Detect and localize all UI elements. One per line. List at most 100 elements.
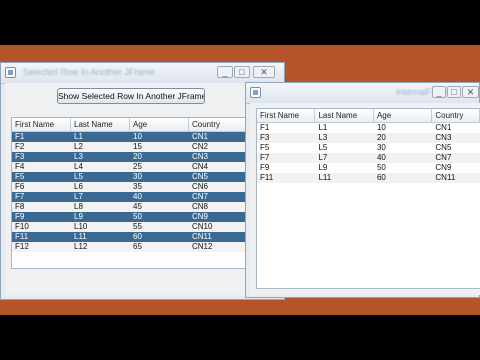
column-header[interactable]: First Name xyxy=(257,109,316,122)
table-row[interactable]: F3 L3 20 CN3 xyxy=(12,152,250,162)
table-row[interactable]: F5 L5 30 CN5 xyxy=(12,172,250,182)
minimize-icon[interactable]: _ xyxy=(217,66,233,78)
close-icon[interactable]: ✕ xyxy=(462,86,479,98)
main-window-title: Selected Row In Another JFrame xyxy=(23,67,156,77)
table-cell: F3 xyxy=(15,152,25,161)
table-cell: L7 xyxy=(74,192,83,201)
table-cell: 20 xyxy=(133,152,142,161)
table-cell: 40 xyxy=(133,192,142,201)
table-cell: L9 xyxy=(318,163,328,172)
table-cell: 60 xyxy=(133,232,142,241)
table-cell: CN6 xyxy=(192,182,209,191)
table-cell: F4 xyxy=(15,162,25,171)
table-cell: F5 xyxy=(15,172,25,181)
table-cell: 50 xyxy=(133,212,142,221)
table-cell: F6 xyxy=(15,182,25,191)
second-window: InternalFrame _ □ ✕ First Name Last Name A… xyxy=(245,82,480,298)
table-cell: 45 xyxy=(133,202,142,211)
table-cell: CN12 xyxy=(192,242,213,251)
table-cell: L10 xyxy=(74,222,88,231)
table-row[interactable]: F7 L7 40 CN7 xyxy=(257,153,480,163)
table-cell: CN9 xyxy=(435,163,452,172)
table-cell: CN11 xyxy=(192,232,212,241)
table-cell: L1 xyxy=(74,132,83,141)
table-cell: F11 xyxy=(260,173,274,182)
column-header[interactable]: Last Name xyxy=(71,118,130,131)
table-cell: L5 xyxy=(318,143,328,152)
table-cell: F3 xyxy=(260,133,270,142)
table-cell: F7 xyxy=(15,192,25,201)
main-window-titlebar[interactable]: Selected Row In Another JFrame _ □ ✕ xyxy=(1,63,284,84)
second-table: First Name Last Name Age Country F1 L1 10 CN1 F3… xyxy=(256,108,480,289)
table-cell: L6 xyxy=(74,182,83,191)
table-row[interactable]: F1 L1 10 CN1 xyxy=(12,132,250,142)
main-window: Selected Row In Another JFrame _ □ ✕ Sho… xyxy=(0,62,285,300)
table-row[interactable]: F6 L6 35 CN6 xyxy=(12,182,250,192)
table-cell: 10 xyxy=(133,132,142,141)
table-cell: 20 xyxy=(376,133,386,142)
maximize-icon[interactable]: □ xyxy=(447,86,461,98)
table-row[interactable]: F5 L5 30 CN5 xyxy=(257,143,480,153)
table-cell: F8 xyxy=(15,202,25,211)
table-row[interactable]: F11 L11 60 CN11 xyxy=(257,173,480,183)
column-header[interactable]: Age xyxy=(130,118,189,131)
table-cell: L12 xyxy=(74,242,88,251)
table-cell: F11 xyxy=(15,232,29,241)
table-row[interactable]: F4 L4 25 CN4 xyxy=(12,162,250,172)
table-cell: F2 xyxy=(15,142,25,151)
show-selected-row-button[interactable]: Show Selected Row In Another JFrame xyxy=(57,88,205,104)
column-header[interactable]: First Name xyxy=(12,118,71,131)
table-row[interactable]: F9 L9 50 CN9 xyxy=(257,163,480,173)
column-header[interactable]: Country xyxy=(432,109,480,122)
table-row[interactable]: F11 L11 60 CN11 xyxy=(12,232,250,242)
table-cell: CN4 xyxy=(192,162,209,171)
table-cell: L9 xyxy=(74,212,83,221)
table-row[interactable]: F8 L8 45 CN8 xyxy=(12,202,250,212)
table-cell: CN3 xyxy=(435,133,452,142)
table-cell: 60 xyxy=(376,173,386,182)
table-cell: 15 xyxy=(133,142,142,151)
second-window-titlebar[interactable]: InternalFrame _ □ ✕ xyxy=(246,83,479,104)
table-cell: 30 xyxy=(133,172,142,181)
close-icon[interactable]: ✕ xyxy=(253,66,275,78)
table-cell: 40 xyxy=(376,153,386,162)
table-header: First Name Last Name Age Country xyxy=(257,109,480,123)
java-app-icon xyxy=(5,67,16,78)
java-app-icon xyxy=(250,87,261,98)
table-cell: CN9 xyxy=(192,212,209,221)
table-cell: 55 xyxy=(133,222,142,231)
maximize-icon[interactable]: □ xyxy=(234,66,250,78)
table-cell: L5 xyxy=(74,172,83,181)
column-header[interactable]: Last Name xyxy=(315,109,374,122)
table-cell: CN2 xyxy=(192,142,209,151)
table-row[interactable]: F2 L2 15 CN2 xyxy=(12,142,250,152)
table-cell: F12 xyxy=(15,242,29,251)
table-row[interactable]: F7 L7 40 CN7 xyxy=(12,192,250,202)
table-cell: L3 xyxy=(74,152,83,161)
table-cell: 50 xyxy=(376,163,386,172)
table-cell: L4 xyxy=(74,162,83,171)
table-row[interactable]: F3 L3 20 CN3 xyxy=(257,133,480,143)
table-cell: F1 xyxy=(260,123,270,132)
table-cell: CN1 xyxy=(435,123,452,132)
minimize-icon[interactable]: _ xyxy=(432,86,446,98)
table-cell: L7 xyxy=(318,153,328,162)
table-row[interactable]: F12 L12 65 CN12 xyxy=(12,242,250,252)
table-cell: F9 xyxy=(15,212,25,221)
table-cell: 65 xyxy=(133,242,142,251)
table-row[interactable]: F9 L9 50 CN9 xyxy=(12,212,250,222)
table-cell: CN7 xyxy=(192,192,209,201)
column-header[interactable]: Country xyxy=(189,118,249,131)
table-cell: CN11 xyxy=(435,173,456,182)
column-header[interactable]: Age xyxy=(374,109,433,122)
table-cell: 30 xyxy=(376,143,386,152)
main-table: First Name Last Name Age Country F1 L1 10 CN1 F2… xyxy=(11,117,251,269)
table-cell: F7 xyxy=(260,153,270,162)
table-cell: CN5 xyxy=(435,143,452,152)
table-cell: F5 xyxy=(260,143,270,152)
table-row[interactable]: F1 L1 10 CN1 xyxy=(257,123,480,133)
table-row[interactable]: F10 L10 55 CN10 xyxy=(12,222,250,232)
table-cell: L2 xyxy=(74,142,83,151)
table-cell: 25 xyxy=(133,162,142,171)
table-cell: CN8 xyxy=(192,202,209,211)
